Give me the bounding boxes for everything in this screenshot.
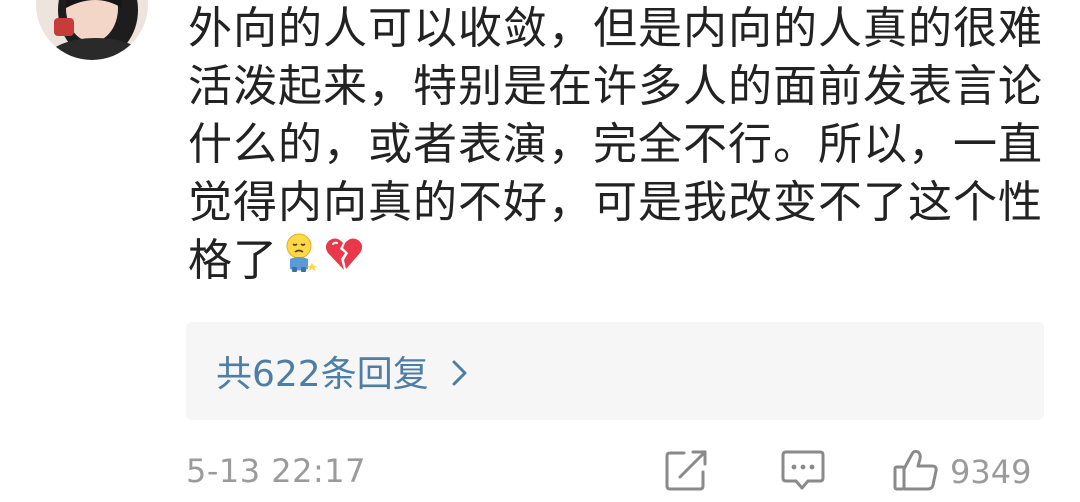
comment-line: 什么的，或者表演，完全不行。所以，一直 — [188, 119, 1043, 170]
replies-count-label: 共622条回复 — [216, 354, 429, 395]
thumbs-up-icon — [892, 448, 940, 496]
comment-text: 外向的人可以收敛，但是内向的人真的很难 活泼起来，特别是在许多人的面前发表言论 … — [188, 0, 1048, 290]
chevron-right-icon — [451, 356, 469, 386]
avatar[interactable] — [36, 0, 148, 60]
comment-line: 外向的人可以收敛，但是内向的人真的很难 — [188, 3, 1043, 54]
share-button[interactable] — [664, 450, 710, 494]
replies-box: 共622条回复 — [186, 322, 1044, 420]
broken-heart-emoji-icon — [324, 230, 364, 288]
share-icon — [664, 448, 710, 496]
like-count: 9349 — [950, 453, 1032, 491]
avatar-photo-icon — [36, 0, 148, 60]
comment-line-text: 格了 — [188, 235, 278, 286]
comment-button[interactable] — [780, 450, 826, 494]
comment-line: 觉得内向真的不好，可是我改变不了这个性 — [188, 177, 1043, 228]
comment-last-line: 格了 — [188, 232, 1048, 290]
comment-icon — [780, 448, 826, 496]
comment-line: 活泼起来，特别是在许多人的面前发表言论 — [188, 61, 1043, 112]
sad-face-emoji-icon — [284, 230, 318, 288]
comment-timestamp: 5-13 22:17 — [186, 452, 367, 490]
like-button[interactable]: 9349 — [892, 448, 1032, 496]
comment-footer: 5-13 22:17 9349 — [186, 448, 1044, 498]
view-replies-link[interactable]: 共622条回复 — [216, 346, 469, 396]
